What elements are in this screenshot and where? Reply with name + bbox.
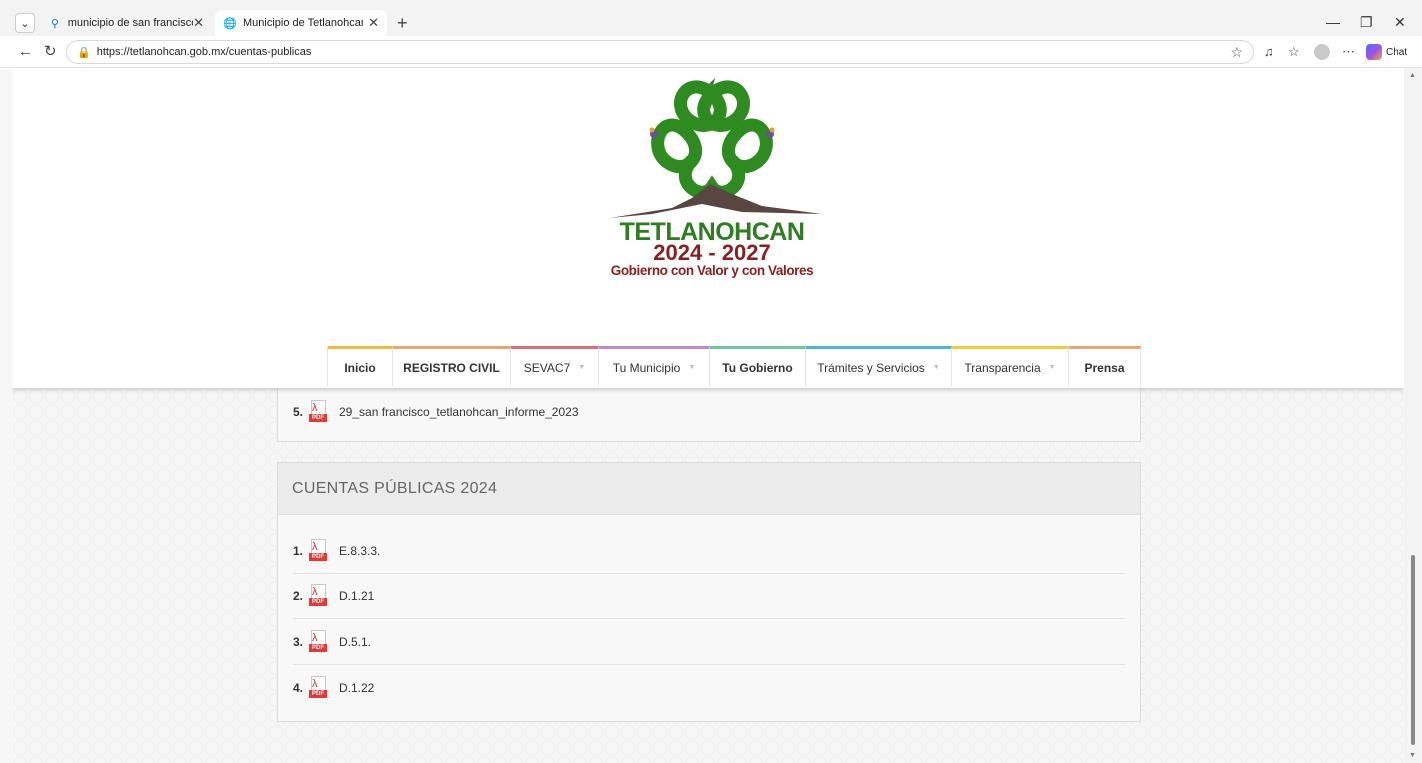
close-tab-icon[interactable]: ✕ bbox=[368, 15, 379, 31]
list-item[interactable]: 1. λ PDF E.8.3.3. bbox=[293, 529, 1125, 574]
nav-label: REGISTRO CIVIL bbox=[403, 360, 500, 375]
lock-icon: 🔒 bbox=[77, 46, 91, 59]
scroll-down-arrow-icon[interactable]: ▼ bbox=[1409, 752, 1416, 759]
pdf-icon: λ PDF bbox=[309, 399, 329, 424]
item-number: 5. bbox=[293, 404, 304, 419]
main-navigation: Inicio REGISTRO CIVIL SEVAC7 ▼ Tu Munici… bbox=[327, 346, 1141, 386]
page-viewport: 5. λ PDF 29_san francisco_tetlanohcan_inf… bbox=[12, 68, 1404, 763]
pdf-icon: λ PDF bbox=[309, 630, 329, 654]
chevron-down-icon: ▼ bbox=[688, 364, 696, 371]
minimize-button[interactable]: — bbox=[1326, 14, 1340, 30]
municipality-logo[interactable]: TETLANOHCAN 2024 - 2027 Gobierno con Val… bbox=[592, 72, 832, 292]
nav-label: Prensa bbox=[1084, 360, 1125, 375]
scrollbar-thumb[interactable] bbox=[1411, 555, 1415, 745]
item-number: 3. bbox=[293, 635, 304, 649]
tab-title: municipio de san francisco tetlanohcan bbox=[67, 17, 194, 29]
document-link[interactable]: E.8.3.3. bbox=[339, 544, 380, 558]
copilot-icon bbox=[1366, 44, 1382, 60]
document-link[interactable]: D.1.22 bbox=[339, 681, 374, 695]
list-item[interactable]: 5. λ PDF 29_san francisco_tetlanohcan_inf… bbox=[293, 389, 1125, 434]
section-title: CUENTAS PÚBLICAS 2024 bbox=[278, 463, 1140, 515]
tab-actions-menu-button[interactable]: ⌄ bbox=[15, 13, 35, 33]
copilot-chat-button[interactable]: Chat bbox=[1366, 44, 1407, 60]
profile-avatar[interactable] bbox=[1314, 44, 1330, 60]
nav-item-transparencia[interactable]: Transparencia ▼ bbox=[952, 346, 1069, 386]
document-link[interactable]: D.1.21 bbox=[339, 589, 374, 603]
nav-label: SEVAC7 bbox=[523, 360, 571, 375]
browser-tab-search[interactable]: ⚲ municipio de san francisco tetlanohcan… bbox=[40, 10, 212, 36]
nav-label: Inicio bbox=[344, 360, 376, 375]
search-icon: ⚲ bbox=[50, 17, 59, 30]
nav-label: Transparencia bbox=[964, 360, 1041, 375]
nav-item-inicio[interactable]: Inicio bbox=[328, 346, 393, 386]
nav-item-sevac7[interactable]: SEVAC7 ▼ bbox=[511, 346, 599, 386]
nav-label: Trámites y Servicios bbox=[817, 360, 925, 375]
address-bar[interactable]: 🔒 https://tetlanohcan.gob.mx/cuentas-pub… bbox=[66, 40, 1254, 64]
knot-emblem-icon bbox=[610, 78, 822, 218]
globe-icon: 🌐 bbox=[223, 17, 237, 30]
document-link[interactable]: D.5.1. bbox=[339, 635, 371, 649]
pdf-icon: λ PDF bbox=[309, 675, 329, 700]
browser-tab-active[interactable]: 🌐 Municipio de Tetlanohcan ✕ bbox=[215, 10, 387, 36]
nav-item-prensa[interactable]: Prensa bbox=[1069, 346, 1141, 386]
pdf-icon: λ PDF bbox=[309, 584, 329, 608]
tab-title: Municipio de Tetlanohcan bbox=[243, 17, 363, 29]
favorites-icon[interactable]: ☆ bbox=[1288, 44, 1300, 60]
nav-label: Tu Municipio bbox=[612, 360, 681, 375]
scroll-up-arrow-icon[interactable]: ▲ bbox=[1409, 72, 1416, 79]
chevron-down-icon: ▼ bbox=[578, 364, 586, 371]
more-options-icon[interactable]: ⋯ bbox=[1342, 44, 1355, 60]
nav-item-registro-civil[interactable]: REGISTRO CIVIL bbox=[393, 346, 511, 386]
pdf-icon: λ PDF bbox=[309, 539, 329, 563]
browser-toolbar: ← ↻ 🔒 https://tetlanohcan.gob.mx/cuentas… bbox=[0, 36, 1422, 68]
url-text: https://tetlanohcan.gob.mx/cuentas-publi… bbox=[96, 46, 312, 58]
read-aloud-icon[interactable]: ♫ bbox=[1264, 44, 1274, 59]
tab-strip: ⌄ ⚲ municipio de san francisco tetlanohc… bbox=[0, 0, 1422, 36]
list-item[interactable]: 2. λ PDF D.1.21 bbox=[293, 574, 1125, 619]
page-scrollbar[interactable]: ▲ ▼ bbox=[1404, 68, 1422, 763]
nav-item-tramites-servicios[interactable]: Trámites y Servicios ▼ bbox=[806, 346, 952, 386]
chevron-down-icon: ▼ bbox=[932, 364, 940, 371]
logo-slogan: Gobierno con Valor y con Valores bbox=[610, 263, 814, 278]
close-tab-icon[interactable]: ✕ bbox=[193, 15, 204, 31]
restore-button[interactable]: ❐ bbox=[1360, 14, 1373, 31]
document-link[interactable]: 29_san francisco_tetlanohcan_informe_202… bbox=[339, 405, 579, 419]
new-tab-button[interactable]: + bbox=[397, 13, 408, 33]
cuentas-publicas-2024-panel: CUENTAS PÚBLICAS 2024 1. λ PDF E.8.3.3. 2… bbox=[277, 462, 1141, 722]
back-button[interactable]: ← bbox=[18, 43, 33, 61]
item-number: 4. bbox=[293, 680, 304, 695]
nav-item-tu-municipio[interactable]: Tu Municipio ▼ bbox=[599, 346, 710, 386]
nav-label: Tu Gobierno bbox=[722, 360, 793, 375]
reload-button[interactable]: ↻ bbox=[44, 43, 57, 61]
close-window-button[interactable]: ✕ bbox=[1394, 14, 1406, 31]
chevron-down-icon: ▼ bbox=[1048, 364, 1056, 371]
list-item[interactable]: 3. λ PDF D.5.1. bbox=[293, 620, 1125, 665]
nav-item-tu-gobierno[interactable]: Tu Gobierno bbox=[710, 346, 806, 386]
item-number: 1. bbox=[293, 544, 304, 558]
list-item[interactable]: 4. λ PDF D.1.22 bbox=[293, 665, 1125, 710]
item-number: 2. bbox=[293, 589, 304, 603]
favorite-star-icon[interactable]: ☆ bbox=[1230, 44, 1243, 61]
site-header: TETLANOHCAN 2024 - 2027 Gobierno con Val… bbox=[12, 68, 1404, 388]
copilot-label: Chat bbox=[1386, 46, 1408, 58]
